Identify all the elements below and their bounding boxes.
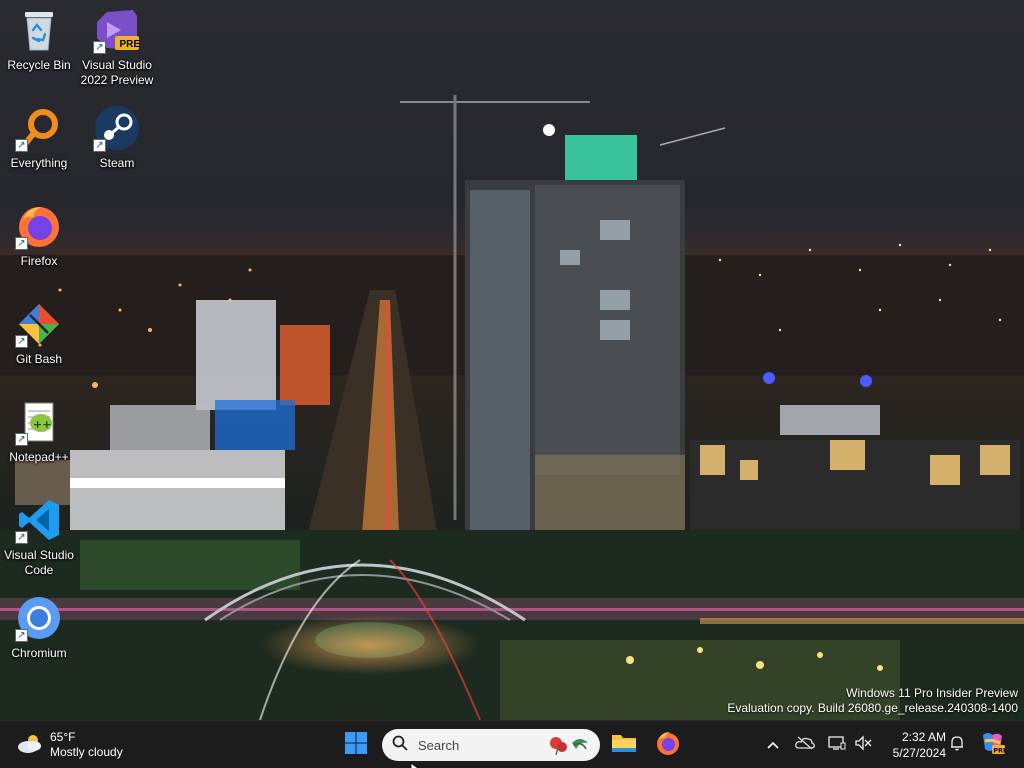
search-placeholder: Search <box>418 737 460 753</box>
search-icon <box>392 735 408 756</box>
desktop-icon-visual-studio-preview[interactable]: PRE ↗ Visual Studio 2022 Preview <box>78 6 156 88</box>
network-status[interactable] <box>826 731 848 759</box>
desktop-icon-steam[interactable]: ↗ Steam <box>78 104 156 171</box>
desktop-icon-firefox[interactable]: ↗ Firefox <box>0 202 78 269</box>
taskbar-search-box[interactable]: Search <box>382 729 600 761</box>
desktop-icon-label: Steam <box>99 156 135 170</box>
desktop-icon-git-bash[interactable]: ↗ Git Bash <box>0 300 78 367</box>
notifications-button[interactable] <box>946 731 968 759</box>
chevron-up-icon <box>767 736 779 754</box>
desktop-icon-label: Notepad++ <box>9 450 69 464</box>
preview-badge: PRE <box>119 39 140 50</box>
notepad-plus-plus-icon: ++ ↗ <box>15 398 63 446</box>
desktop-icon-recycle-bin[interactable]: Recycle Bin <box>0 6 78 73</box>
visual-studio-preview-icon: PRE ↗ <box>93 6 141 54</box>
everything-search-icon: ↗ <box>15 104 63 152</box>
display-icon <box>828 735 846 756</box>
desktop-icon-label: Git Bash <box>15 352 63 366</box>
desktop-icon-chromium[interactable]: ↗ Chromium <box>0 594 78 661</box>
weather-condition: Mostly cloudy <box>50 745 123 759</box>
taskbar-clock[interactable]: 2:32 AM 5/27/2024 <box>880 729 946 761</box>
onedrive-icon <box>795 736 815 755</box>
desktop-icon-label: Recycle Bin <box>7 58 71 72</box>
build-watermark: Windows 11 Pro Insider Preview Evaluatio… <box>727 686 1018 716</box>
clock-date: 5/27/2024 <box>892 746 946 760</box>
search-highlight-icon <box>544 733 592 757</box>
desktop-icon-label: Visual Studio Code <box>4 548 74 577</box>
vscode-icon: ↗ <box>15 496 63 544</box>
desktop-icon-vscode[interactable]: ↗ Visual Studio Code <box>0 496 78 578</box>
firefox-icon: ↗ <box>15 202 63 250</box>
desktop-icon-label: Visual Studio 2022 Preview <box>80 58 154 87</box>
shortcut-arrow-icon: ↗ <box>93 139 106 152</box>
desktop-icon-notepad-plus-plus[interactable]: ++ ↗ Notepad++ <box>0 398 78 465</box>
shortcut-arrow-icon: ↗ <box>15 237 28 250</box>
start-button[interactable] <box>338 727 374 763</box>
svg-text:++: ++ <box>33 418 51 431</box>
firefox-icon <box>655 730 681 761</box>
git-bash-icon: ↗ <box>15 300 63 348</box>
taskbar-firefox[interactable] <box>650 727 686 763</box>
desktop-icon-everything[interactable]: ↗ Everything <box>0 104 78 171</box>
volume-status[interactable] <box>852 731 874 759</box>
onedrive-status[interactable] <box>793 731 817 759</box>
shortcut-arrow-icon: ↗ <box>15 531 28 544</box>
windows-start-icon <box>344 731 368 760</box>
shortcut-arrow-icon: ↗ <box>15 433 28 446</box>
bell-icon <box>950 735 964 756</box>
taskbar-file-explorer[interactable] <box>606 727 642 763</box>
steam-icon: ↗ <box>93 104 141 152</box>
clock-time: 2:32 AM <box>901 730 946 744</box>
watermark-line-1: Windows 11 Pro Insider Preview <box>846 686 1018 700</box>
file-explorer-icon <box>611 732 637 759</box>
weather-temp: 65°F <box>50 730 76 744</box>
copilot-pre-icon: PRE <box>980 731 1007 760</box>
svg-text:PRE: PRE <box>993 746 1006 754</box>
shortcut-arrow-icon: ↗ <box>15 335 28 348</box>
taskbar: 65°F Mostly cloudy Search 2:32 AM 5/27/2… <box>0 720 1024 768</box>
volume-muted-icon <box>854 734 872 756</box>
shortcut-arrow-icon: ↗ <box>15 139 28 152</box>
desktop-icon-label: Chromium <box>11 646 67 660</box>
desktop-icon-label: Everything <box>10 156 68 170</box>
shortcut-arrow-icon: ↗ <box>93 41 106 54</box>
copilot-button[interactable]: PRE <box>978 731 1008 759</box>
chromium-icon: ↗ <box>15 594 63 642</box>
cloud-sun-icon <box>16 731 44 760</box>
show-hidden-icons-button[interactable] <box>762 731 784 759</box>
watermark-line-2: Evaluation copy. Build 26080.ge_release.… <box>727 701 1018 715</box>
desktop-icon-label: Firefox <box>20 254 58 268</box>
shortcut-arrow-icon: ↗ <box>15 629 28 642</box>
recycle-bin-icon <box>15 6 63 54</box>
mouse-cursor <box>410 760 420 768</box>
weather-widget[interactable]: 65°F Mostly cloudy <box>16 729 123 761</box>
